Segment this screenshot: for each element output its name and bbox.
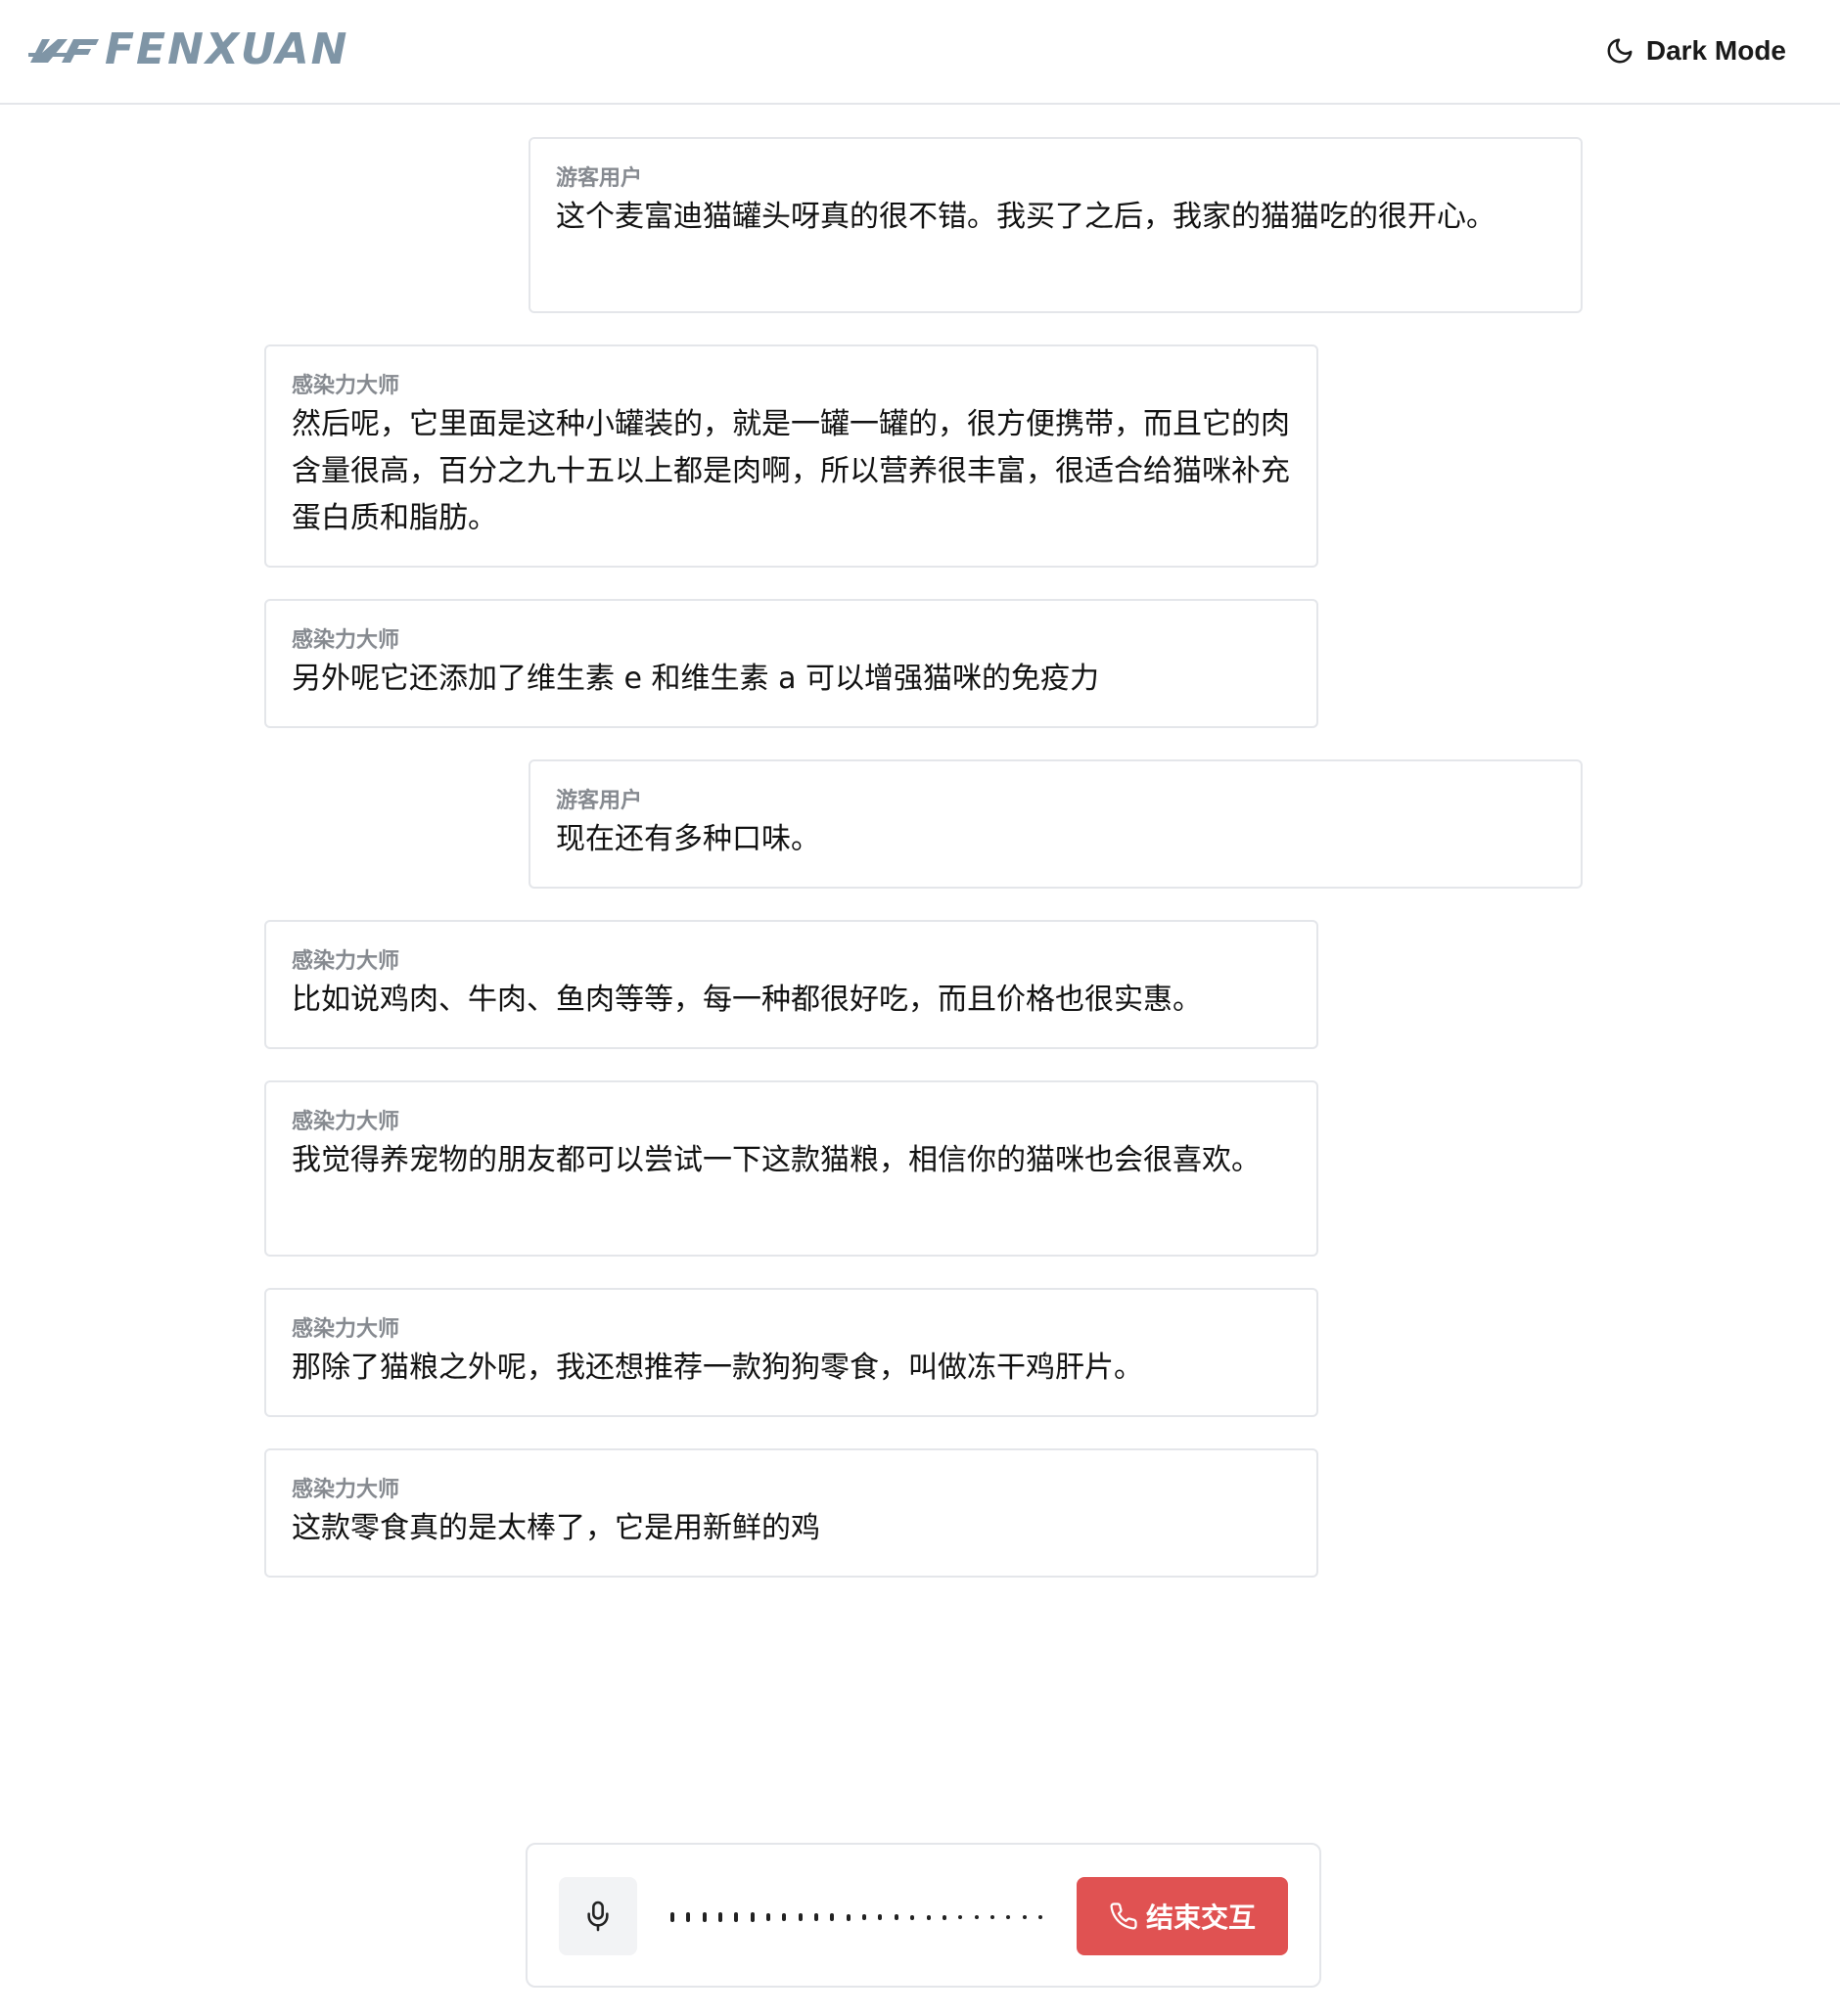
phone-icon <box>1110 1902 1137 1930</box>
logo-mark-icon <box>28 39 99 63</box>
chat-message-user: 游客用户 现在还有多种口味。 <box>529 759 1583 889</box>
moon-icon <box>1607 38 1633 64</box>
message-text: 这款零食真的是太棒了，它是用新鲜的鸡 <box>292 1511 820 1545</box>
message-text: 这个麦富迪猫罐头呀真的很不错。我买了之后，我家的猫猫吃的很开心。 <box>556 200 1495 234</box>
message-text: 另外呢它还添加了维生素 e 和维生素 a 可以增强猫咪的免疫力 <box>292 662 1099 696</box>
message-text: 我觉得养宠物的朋友都可以尝试一下这款猫粮，相信你的猫咪也会很喜欢。 <box>292 1143 1261 1177</box>
message-text: 比如说鸡肉、牛肉、鱼肉等等，每一种都很好吃，而且价格也很实惠。 <box>292 983 1202 1017</box>
logo-text: FENXUAN <box>105 24 349 74</box>
audio-waveform <box>670 1909 1042 1925</box>
message-sender: 感染力大师 <box>292 1478 400 1502</box>
message-text: 然后呢，它里面是这种小罐装的，就是一罐一罐的，很方便携带，而且它的肉含量很高，百… <box>292 407 1290 535</box>
top-bar: FENXUAN Dark Mode <box>0 0 1840 105</box>
chat-message-bot: 感染力大师 然后呢，它里面是这种小罐装的，就是一罐一罐的，很方便携带，而且它的肉… <box>264 344 1318 568</box>
message-sender: 感染力大师 <box>292 1317 400 1342</box>
voice-composer: 结束交互 <box>526 1843 1321 1988</box>
logo[interactable]: FENXUAN <box>28 25 349 74</box>
message-text: 那除了猫粮之外呢，我还想推荐一款狗狗零食，叫做冻干鸡肝片。 <box>292 1351 1143 1385</box>
microphone-icon <box>587 1901 609 1932</box>
end-interaction-button[interactable]: 结束交互 <box>1077 1877 1288 1955</box>
dark-mode-toggle[interactable]: Dark Mode <box>1605 29 1786 72</box>
message-sender: 感染力大师 <box>292 949 400 974</box>
chat-message-bot: 感染力大师 那除了猫粮之外呢，我还想推荐一款狗狗零食，叫做冻干鸡肝片。 <box>264 1288 1318 1417</box>
message-sender: 感染力大师 <box>292 374 400 398</box>
message-sender: 游客用户 <box>556 166 643 191</box>
end-interaction-label: 结束交互 <box>1145 1901 1256 1934</box>
message-sender: 感染力大师 <box>292 1110 400 1134</box>
chat-message-bot: 感染力大师 这款零食真的是太棒了，它是用新鲜的鸡 <box>264 1448 1318 1578</box>
dark-mode-label: Dark Mode <box>1645 35 1786 66</box>
mic-button[interactable] <box>559 1877 637 1955</box>
message-sender: 游客用户 <box>556 789 643 813</box>
chat-message-bot: 感染力大师 另外呢它还添加了维生素 e 和维生素 a 可以增强猫咪的免疫力 <box>264 599 1318 728</box>
chat-message-user: 游客用户 这个麦富迪猫罐头呀真的很不错。我买了之后，我家的猫猫吃的很开心。 <box>529 137 1583 313</box>
message-text: 现在还有多种口味。 <box>556 822 820 856</box>
chat-message-bot: 感染力大师 比如说鸡肉、牛肉、鱼肉等等，每一种都很好吃，而且价格也很实惠。 <box>264 920 1318 1049</box>
message-sender: 感染力大师 <box>292 628 400 653</box>
chat-message-bot: 感染力大师 我觉得养宠物的朋友都可以尝试一下这款猫粮，相信你的猫咪也会很喜欢。 <box>264 1080 1318 1257</box>
